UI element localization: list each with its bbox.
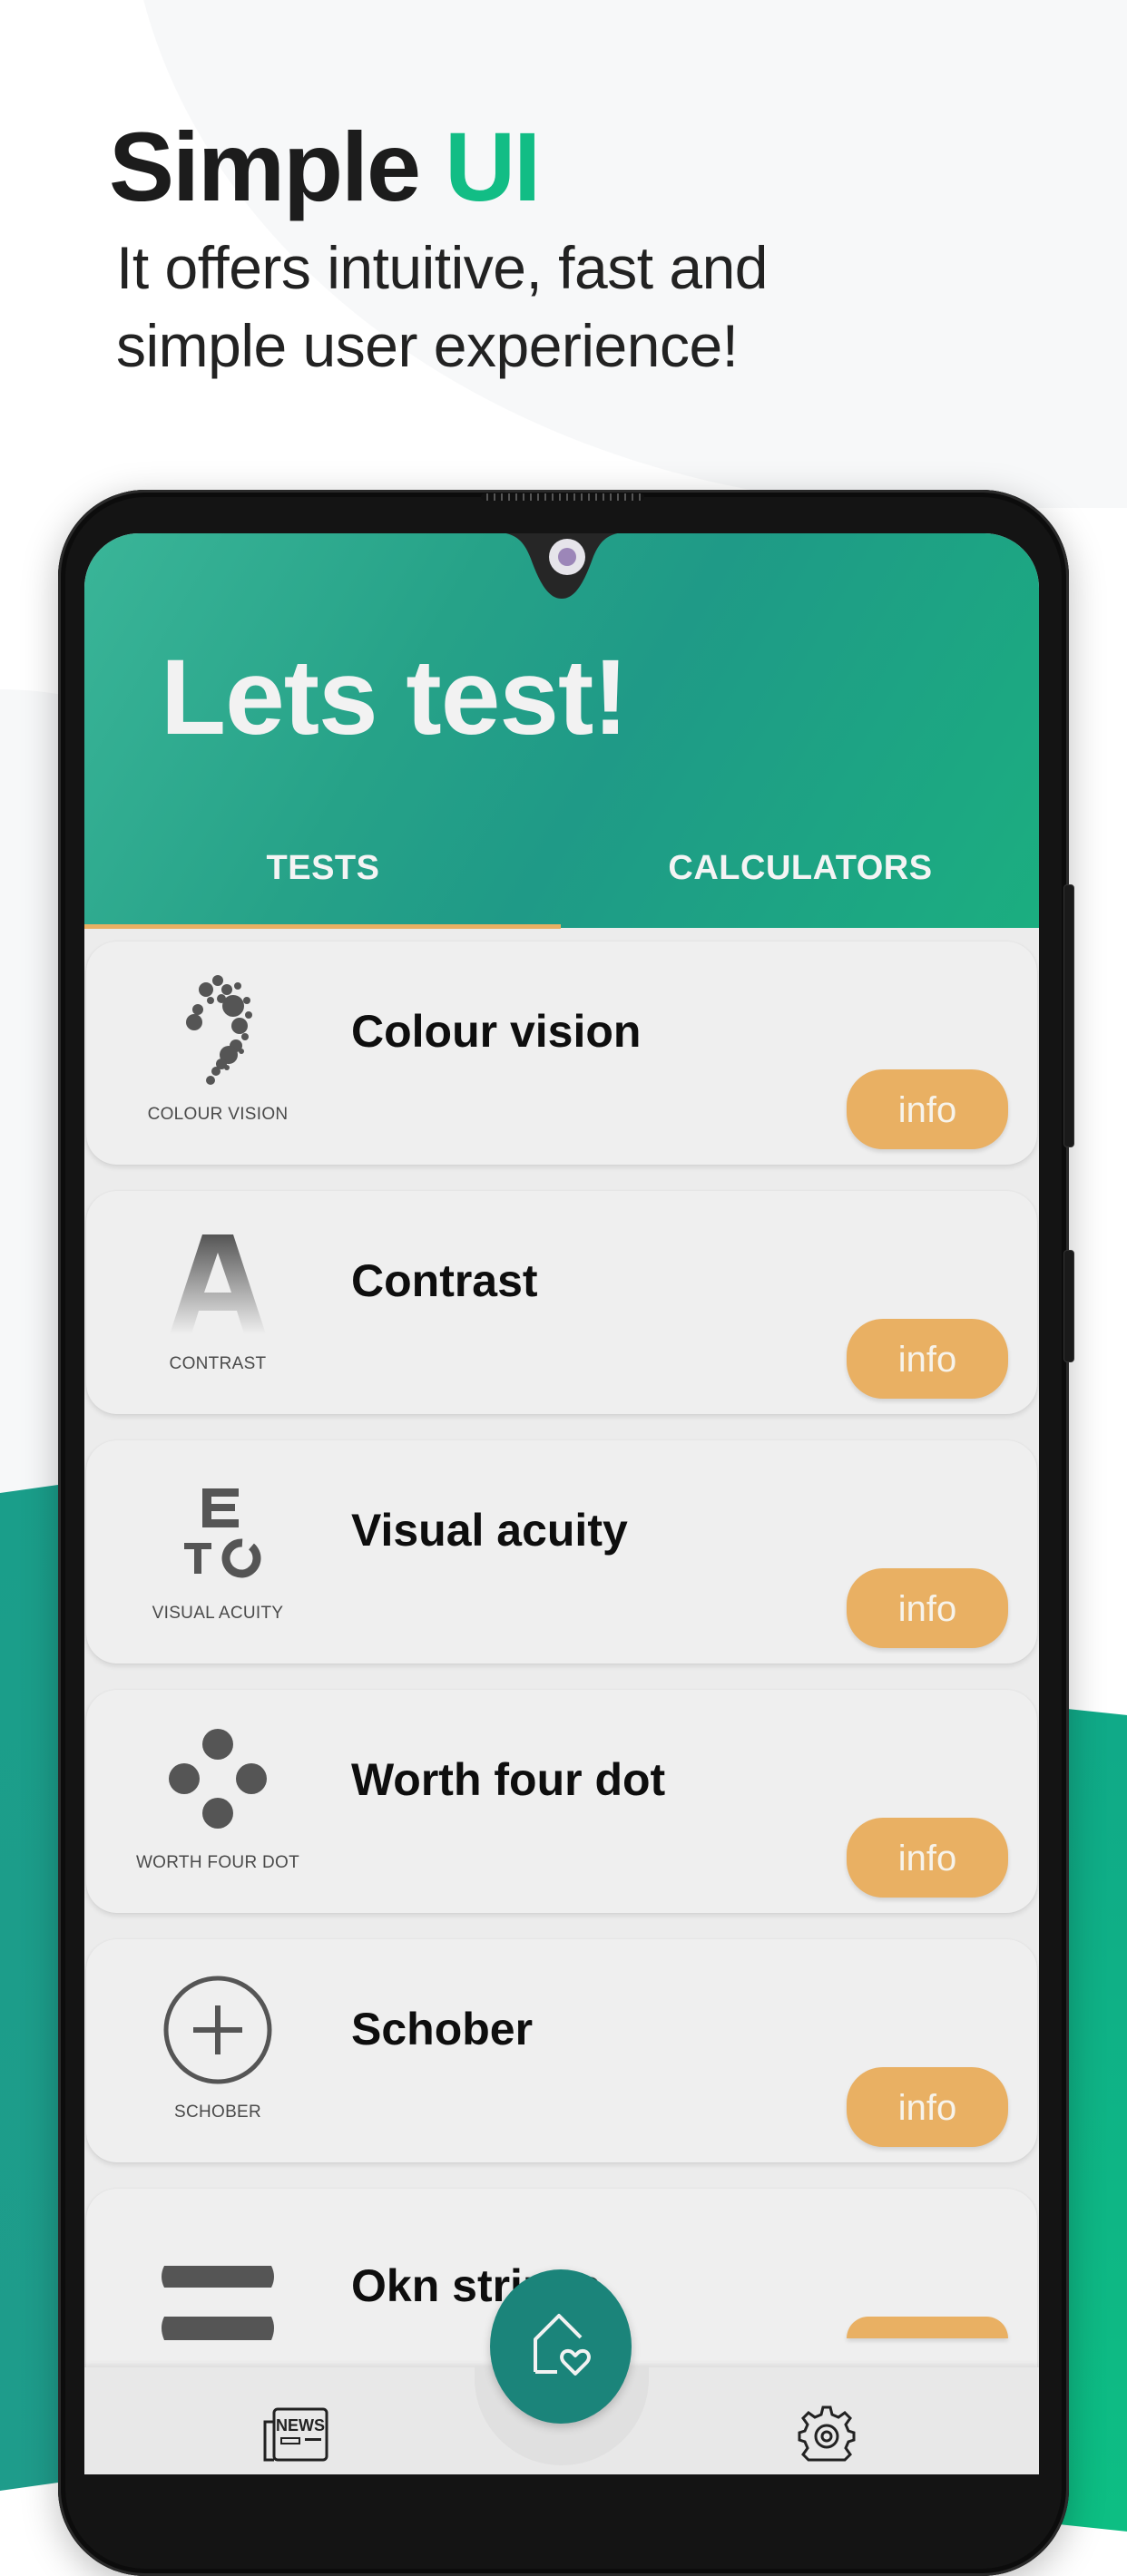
four-dots-icon: [141, 1717, 295, 1844]
promo-subtitle-line-2: simple user experience!: [116, 312, 739, 379]
card-icon-label: VISUAL ACUITY: [152, 1604, 284, 1623]
phone-screen: Lets test! TESTS CALCULATORS COLOUR VISI…: [84, 533, 1039, 2474]
card-title: Contrast: [351, 1255, 538, 1306]
promo-subtitle-line-1: It offers intuitive, fast and: [116, 234, 769, 301]
promo-title-main: Simple: [109, 112, 421, 221]
info-button[interactable]: info: [847, 1319, 1008, 1399]
test-card-worth-four-dot[interactable]: WORTH FOUR DOT Worth four dot info: [86, 1690, 1037, 1913]
stripes-icon: [141, 2241, 295, 2368]
eye-chart-icon: [141, 1468, 295, 1595]
earpiece-speaker: [481, 493, 644, 501]
home-heart-icon: [534, 2314, 591, 2376]
promo-subtitle: It offers intuitive, fast and simple user…: [116, 229, 933, 385]
card-title: Worth four dot: [351, 1754, 666, 1805]
promo-title: Simple UI: [109, 118, 541, 216]
tab-calculators[interactable]: CALCULATORS: [562, 849, 1039, 888]
active-tab-indicator: [84, 924, 561, 929]
promo-title-accent: UI: [445, 112, 541, 221]
front-camera: [549, 539, 585, 575]
header-title: Lets test!: [161, 638, 629, 757]
info-button[interactable]: info: [847, 2317, 1008, 2338]
test-card-visual-acuity[interactable]: VISUAL ACUITY Visual acuity info: [86, 1440, 1037, 1664]
tab-tests[interactable]: TESTS: [84, 849, 562, 888]
info-button[interactable]: info: [847, 1069, 1008, 1149]
card-icon-label: SCHOBER: [173, 2103, 262, 2122]
test-card-contrast[interactable]: CONTRAST Contrast info: [86, 1191, 1037, 1414]
news-icon[interactable]: NEWS: [261, 2407, 330, 2466]
info-button[interactable]: info: [847, 2067, 1008, 2147]
card-icon-label: CONTRAST: [169, 1354, 267, 1373]
info-button[interactable]: info: [847, 1818, 1008, 1898]
power-button: [1063, 1250, 1074, 1362]
home-button[interactable]: [490, 2269, 632, 2424]
news-icon-label: NEWS: [276, 2416, 325, 2435]
card-title: Colour vision: [351, 1006, 642, 1057]
card-icon-label: WORTH FOUR DOT: [135, 1853, 300, 1872]
dotted-question-mark-icon: [141, 969, 295, 1096]
test-card-schober[interactable]: SCHOBER Schober info: [86, 1939, 1037, 2162]
circle-plus-icon: [141, 1966, 295, 2093]
card-icon-label: COLOUR VISION: [147, 1105, 289, 1124]
contrast-letter-a-icon: [141, 1218, 295, 1345]
volume-button: [1063, 884, 1074, 1147]
card-title: Schober: [351, 2004, 534, 2054]
gear-icon[interactable]: [798, 2404, 856, 2466]
app-header: Lets test! TESTS CALCULATORS: [84, 533, 1039, 929]
info-button[interactable]: info: [847, 1568, 1008, 1648]
card-title: Visual acuity: [351, 1505, 628, 1556]
test-card-colour-vision[interactable]: COLOUR VISION Colour vision info: [86, 942, 1037, 1165]
